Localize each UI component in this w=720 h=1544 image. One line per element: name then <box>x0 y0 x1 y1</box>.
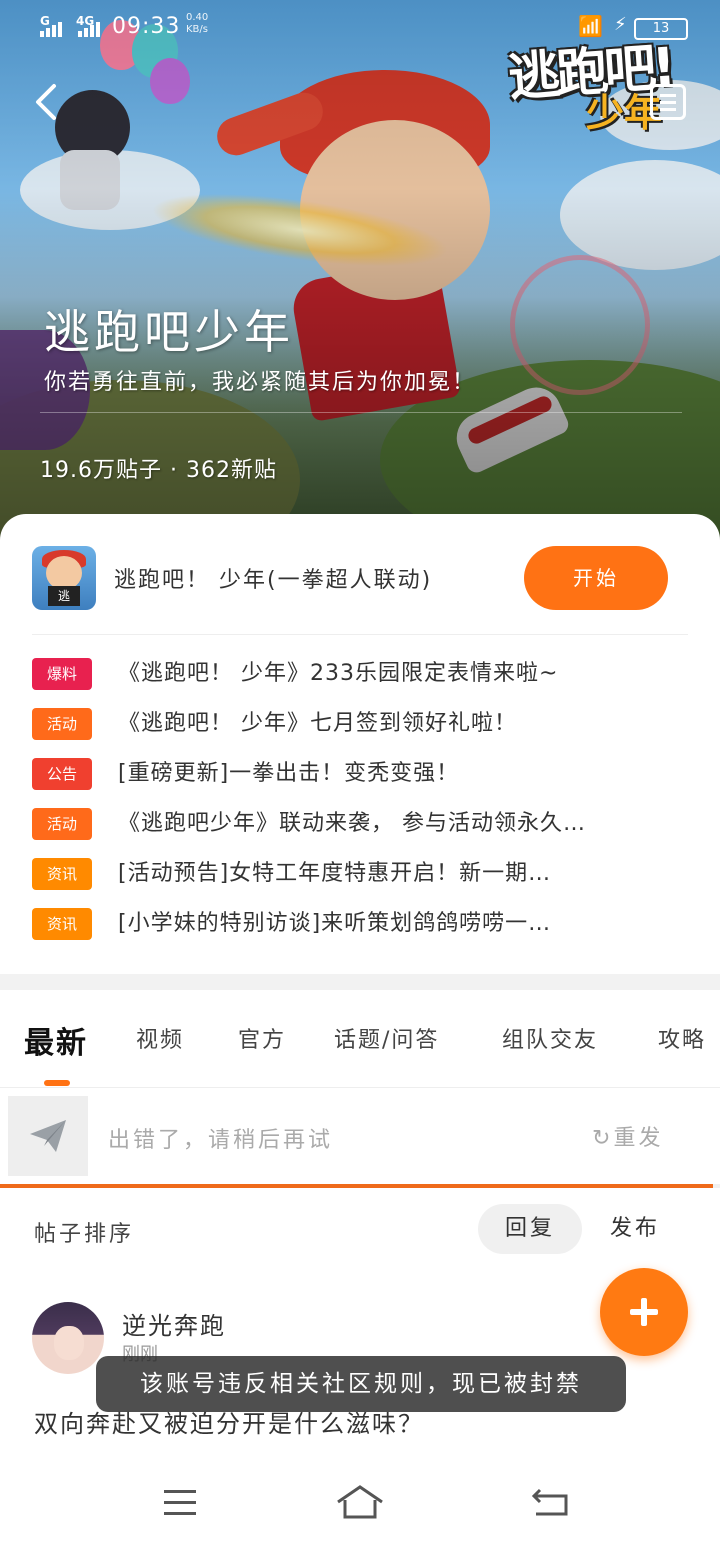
news-title: 《逃跑吧！ 少年》233乐园限定表情来啦~ <box>118 661 559 686</box>
forum-stats: 19.6万贴子 · 362新贴 <box>40 458 277 483</box>
avatar[interactable] <box>32 1302 104 1374</box>
create-post-button[interactable] <box>600 1268 688 1356</box>
tab-guides[interactable]: 攻略 <box>658 1022 706 1054</box>
card-divider <box>32 634 688 635</box>
game-app-icon[interactable]: 逃 <box>32 546 96 610</box>
back-nav-icon[interactable] <box>530 1486 570 1522</box>
tabs-divider <box>0 1087 720 1088</box>
forum-title: 逃跑吧少年 <box>44 305 294 359</box>
tab-topics-qa[interactable]: 话题/问答 <box>334 1022 439 1054</box>
news-title: 《逃跑吧少年》联动来袭， 参与活动领永久… <box>118 811 586 836</box>
news-tag: 资讯 <box>32 858 92 890</box>
news-item[interactable]: 资讯 [小学妹的特别访谈]来听策划鸽鸽唠唠一… <box>32 906 692 942</box>
tab-official[interactable]: 官方 <box>238 1022 286 1054</box>
news-title: 《逃跑吧！ 少年》七月签到领好礼啦！ <box>118 711 517 736</box>
news-item[interactable]: 爆料 《逃跑吧！ 少年》233乐园限定表情来啦~ <box>32 656 692 692</box>
start-game-button[interactable]: 开始 <box>524 546 668 610</box>
forum-card: 逃 逃跑吧！ 少年(一拳超人联动) 开始 爆料 《逃跑吧！ 少年》233乐园限定… <box>0 514 720 974</box>
news-item[interactable]: 资讯 [活动预告]女特工年度特惠开启！新一期… <box>32 856 692 892</box>
forum-slogan: 你若勇往直前，我必紧随其后为你加冕！ <box>44 370 477 395</box>
sort-by-reply-button[interactable]: 回复 <box>478 1204 582 1254</box>
error-message: 出错了，请稍后再试 <box>108 1128 334 1153</box>
signal-bars-icon <box>78 22 100 37</box>
menu-icon[interactable] <box>164 1490 196 1516</box>
resend-label: 重发 <box>613 1126 664 1151</box>
news-tag: 爆料 <box>32 658 92 690</box>
send-progress <box>0 1184 720 1188</box>
signal-bars-icon <box>40 22 62 37</box>
tab-indicator <box>44 1080 70 1086</box>
category-tabs: 最新 视频 官方 话题/问答 组队交友 攻略 <box>0 990 720 1088</box>
post-author[interactable]: 逆光奔跑 <box>122 1306 226 1341</box>
send-progress-fill <box>0 1184 713 1188</box>
back-button[interactable] <box>30 82 70 126</box>
news-tag: 公告 <box>32 758 92 790</box>
news-tag: 活动 <box>32 808 92 840</box>
chevron-left-icon <box>36 84 56 120</box>
sort-by-publish-button[interactable]: 发布 <box>610 1204 670 1254</box>
news-title: [小学妹的特别访谈]来听策划鸽鸽唠唠一… <box>118 911 552 936</box>
toast-message: 该账号违反相关社区规则，现已被封禁 <box>96 1356 626 1412</box>
clock: 09:33 <box>112 14 181 39</box>
network-speed: 0.40 KB/s <box>186 12 209 35</box>
tab-video[interactable]: 视频 <box>136 1022 184 1054</box>
hero-divider <box>40 412 682 413</box>
sort-label: 帖子排序 <box>34 1222 135 1247</box>
resend-button[interactable]: ↻重发 <box>592 1120 663 1152</box>
share-icon[interactable] <box>650 84 686 120</box>
section-gap <box>0 974 720 990</box>
paper-plane-icon <box>30 1120 66 1152</box>
tab-latest[interactable]: 最新 <box>24 1018 88 1062</box>
tab-team-friends[interactable]: 组队交友 <box>502 1022 598 1054</box>
system-nav-bar <box>0 1462 720 1544</box>
news-tag: 资讯 <box>32 908 92 940</box>
game-name: 逃跑吧！ 少年(一拳超人联动) <box>114 568 433 593</box>
send-status-box <box>8 1096 88 1176</box>
refresh-icon: ↻ <box>592 1126 614 1151</box>
news-title: [活动预告]女特工年度特惠开启！新一期… <box>118 861 552 886</box>
news-tag: 活动 <box>32 708 92 740</box>
news-title: [重磅更新]一拳出击！变秃变强！ <box>118 761 460 786</box>
news-item[interactable]: 活动 《逃跑吧少年》联动来袭， 参与活动领永久… <box>32 806 692 842</box>
news-item[interactable]: 公告 [重磅更新]一拳出击！变秃变强！ <box>32 756 692 792</box>
news-item[interactable]: 活动 《逃跑吧！ 少年》七月签到领好礼啦！ <box>32 706 692 742</box>
home-icon[interactable] <box>336 1484 384 1524</box>
